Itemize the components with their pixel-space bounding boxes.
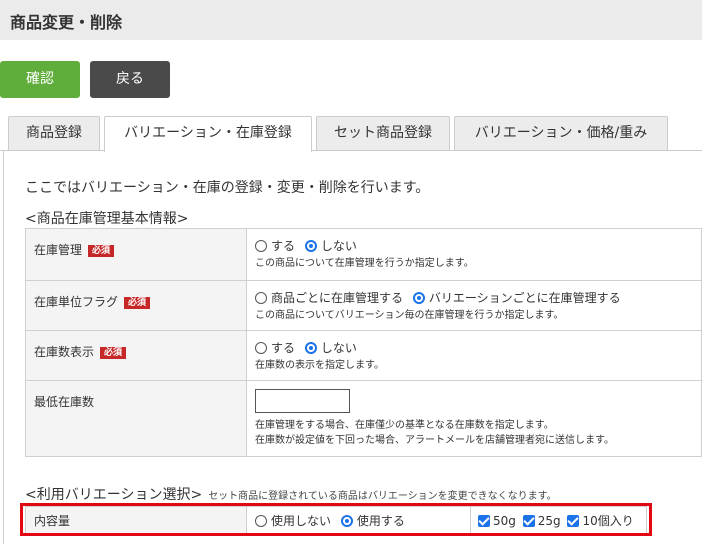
intro-text: ここではバリエーション・在庫の登録・変更・削除を行います。	[25, 180, 430, 196]
variation-label-cell: 内容量	[26, 507, 247, 535]
variation-radio-unused[interactable]	[255, 515, 267, 527]
row-label-cell: 在庫単位フラグ 必須	[25, 280, 247, 331]
stock-management-radio-no[interactable]	[304, 240, 317, 252]
stock-display-label: 在庫数表示	[34, 345, 95, 359]
row-value-cell: する しない 在庫数の表示を指定します。	[246, 330, 702, 381]
row-label-cell: 最低在庫数	[25, 380, 247, 457]
panel-border	[3, 150, 4, 544]
radio-label: バリエーションごとに在庫管理する	[428, 291, 621, 305]
tab-product-registration[interactable]: 商品登録	[8, 116, 100, 151]
variation-section-heading: <利用バリエーション選択>	[25, 487, 203, 503]
row-value-cell: 在庫管理をする場合、在庫僅少の基準となる在庫数を指定します。 在庫数が設定値を下…	[246, 380, 702, 457]
confirm-button[interactable]: 確認	[0, 61, 80, 98]
table-row: 在庫管理 必須 する しない この商品について在庫管理を行うか指定します。	[25, 228, 702, 281]
variation-section-note: セット商品に登録されている商品はバリエーションを変更できなくなります。	[208, 491, 557, 502]
stock-basic-info-table: 在庫管理 必須 する しない この商品について在庫管理を行うか指定します。 在庫単…	[25, 228, 702, 457]
variation-values-cell: 50g 25g 10個入り	[471, 507, 647, 535]
table-row: 最低在庫数 在庫管理をする場合、在庫僅少の基準となる在庫数を指定します。 在庫数…	[25, 380, 702, 457]
stock-display-radio-yes[interactable]	[255, 342, 267, 354]
help-text: この商品についてバリエーション毎の在庫管理を行うか指定します。	[255, 310, 564, 321]
tab-variation-price-weight[interactable]: バリエーション・価格/重み	[454, 116, 668, 151]
row-label-cell: 在庫数表示 必須	[25, 330, 247, 381]
help-text: 在庫管理をする場合、在庫僅少の基準となる在庫数を指定します。	[255, 420, 554, 431]
page-title: 商品変更・削除	[10, 13, 123, 32]
radio-label: する	[271, 341, 296, 355]
basic-section-title: <商品在庫管理基本情報>	[25, 211, 189, 227]
min-stock-label: 最低在庫数	[34, 395, 95, 409]
checkbox-50g[interactable]	[478, 515, 490, 527]
variation-label: 内容量	[34, 514, 71, 528]
variation-radio-used[interactable]	[340, 515, 353, 527]
radio-label: 使用しない	[271, 514, 332, 528]
required-badge: 必須	[88, 245, 115, 257]
stock-unit-flag-label: 在庫単位フラグ	[34, 295, 119, 309]
table-row: 在庫数表示 必須 する しない 在庫数の表示を指定します。	[25, 330, 702, 381]
help-text: この商品について在庫管理を行うか指定します。	[255, 258, 474, 269]
help-text: 在庫数が設定値を下回った場合、アラートメールを店舗管理者宛に送信します。	[255, 435, 614, 446]
table-row: 在庫単位フラグ 必須 商品ごとに在庫管理する バリエーションごとに在庫管理する こ…	[25, 280, 702, 331]
checkbox-label: 25g	[537, 514, 561, 528]
variation-usage-cell: 使用しない 使用する	[247, 507, 471, 535]
radio-label: しない	[320, 341, 357, 355]
checkbox-10pieces[interactable]	[567, 515, 580, 527]
row-label-cell: 在庫管理 必須	[25, 228, 247, 281]
stock-display-radio-no[interactable]	[304, 342, 317, 354]
checkbox-label: 10個入り	[582, 514, 634, 528]
row-value-cell: する しない この商品について在庫管理を行うか指定します。	[246, 228, 702, 281]
tab-set-product[interactable]: セット商品登録	[316, 116, 450, 151]
help-text: 在庫数の表示を指定します。	[255, 360, 384, 371]
required-badge: 必須	[100, 347, 127, 359]
row-value-cell: 商品ごとに在庫管理する バリエーションごとに在庫管理する この商品についてバリエ…	[246, 280, 702, 331]
radio-label: 使用する	[356, 514, 405, 528]
tab-variation-stock[interactable]: バリエーション・在庫登録	[104, 116, 312, 152]
checkbox-25g[interactable]	[522, 515, 535, 527]
back-button[interactable]: 戻る	[90, 61, 170, 98]
variation-row-content-volume: 内容量 使用しない 使用する 50g 25g 10個入り	[25, 506, 647, 536]
variation-section-title: <利用バリエーション選択> セット商品に登録されている商品はバリエーションを変更で…	[25, 484, 557, 504]
stock-unit-radio-per-product[interactable]	[255, 292, 267, 304]
stock-unit-radio-per-variation[interactable]	[412, 292, 425, 304]
radio-label: する	[271, 239, 296, 253]
header-bar: 商品変更・削除	[0, 0, 702, 40]
radio-label: 商品ごとに在庫管理する	[271, 291, 404, 305]
min-stock-input[interactable]	[255, 389, 350, 413]
radio-label: しない	[320, 239, 357, 253]
checkbox-label: 50g	[493, 514, 516, 528]
required-badge: 必須	[124, 297, 151, 309]
stock-management-radio-yes[interactable]	[255, 240, 267, 252]
stock-management-label: 在庫管理	[34, 243, 83, 257]
